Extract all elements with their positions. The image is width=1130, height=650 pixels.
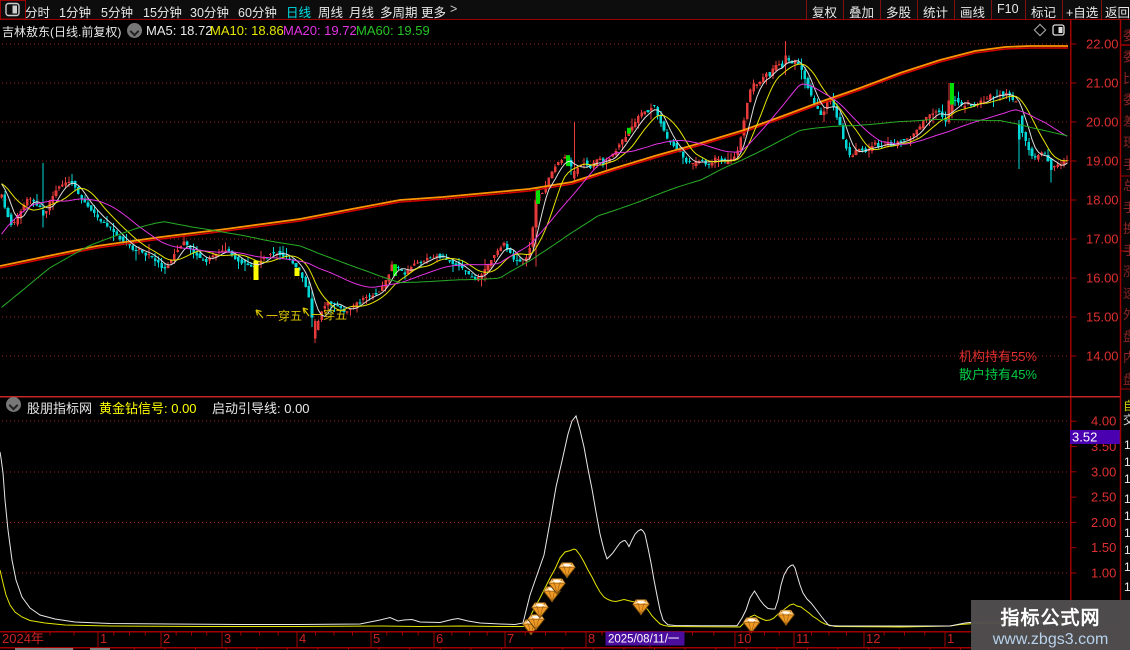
svg-text:19.00: 19.00 [1086,154,1119,169]
svg-text:11: 11 [796,631,810,646]
svg-text:速: 速 [1123,286,1130,301]
svg-text:18.00: 18.00 [1086,193,1119,208]
svg-text:20.00: 20.00 [1086,115,1119,130]
svg-text:8: 8 [588,631,595,646]
svg-text:一穿五: 一穿五 [311,307,347,322]
svg-text:1: 1 [1124,526,1130,540]
svg-text:委: 委 [1123,92,1130,107]
svg-text:14.00: 14.00 [1086,349,1119,364]
svg-text:17.00: 17.00 [1086,232,1119,247]
svg-text:1.50: 1.50 [1091,540,1116,555]
svg-text:2.50: 2.50 [1091,490,1116,505]
svg-text:委: 委 [1123,28,1130,43]
svg-text:差: 差 [1123,114,1130,129]
svg-text:比: 比 [1123,71,1130,86]
svg-text:内: 内 [1123,350,1130,365]
svg-text:3: 3 [224,631,231,646]
svg-text:手: 手 [1123,243,1130,258]
svg-text:2: 2 [163,631,170,646]
svg-text:手: 手 [1123,200,1130,215]
svg-text:15.00: 15.00 [1086,310,1119,325]
svg-text:2.00: 2.00 [1091,515,1116,530]
svg-text:一穿五: 一穿五 [266,308,302,323]
svg-text:1: 1 [1124,560,1130,574]
svg-text:手: 手 [1123,157,1130,172]
svg-text:总: 总 [1123,178,1130,193]
svg-text:7: 7 [507,631,514,646]
svg-text:5: 5 [373,631,380,646]
svg-text:12: 12 [866,631,880,646]
svg-text:1.00: 1.00 [1091,566,1116,581]
svg-text:1: 1 [1124,543,1130,557]
svg-text:涨: 涨 [1123,264,1130,279]
svg-text:1: 1 [1124,492,1130,506]
svg-text:1: 1 [1124,509,1130,523]
svg-text:委: 委 [1123,49,1130,64]
svg-text:2025/08/11/一: 2025/08/11/一 [608,634,680,646]
svg-text:21.00: 21.00 [1086,76,1119,91]
svg-text:自: 自 [1123,399,1130,413]
svg-text:1: 1 [947,631,954,646]
svg-text:1: 1 [1124,438,1130,452]
svg-text:6: 6 [436,631,443,646]
svg-text:10: 10 [737,631,751,646]
svg-text:22.00: 22.00 [1086,37,1119,52]
svg-text:外: 外 [1123,307,1130,322]
svg-text:盘: 盘 [1123,329,1130,344]
svg-text:4: 4 [299,631,306,646]
svg-text:1: 1 [1124,580,1130,594]
svg-text:1: 1 [1124,472,1130,486]
svg-text:1: 1 [100,631,107,646]
svg-text:机构持有55%: 机构持有55% [959,349,1037,364]
svg-text:换: 换 [1123,221,1130,236]
svg-text:1: 1 [1124,455,1130,469]
svg-text:4.00: 4.00 [1091,414,1116,429]
svg-text:3.52: 3.52 [1072,430,1097,445]
svg-text:盘: 盘 [1123,372,1130,387]
svg-text:现: 现 [1123,135,1130,150]
svg-text:16.00: 16.00 [1086,271,1119,286]
svg-text:交: 交 [1123,412,1130,427]
svg-text:2024年: 2024年 [2,631,44,646]
svg-text:3.00: 3.00 [1091,464,1116,479]
svg-text:散户持有45%: 散户持有45% [959,367,1037,382]
